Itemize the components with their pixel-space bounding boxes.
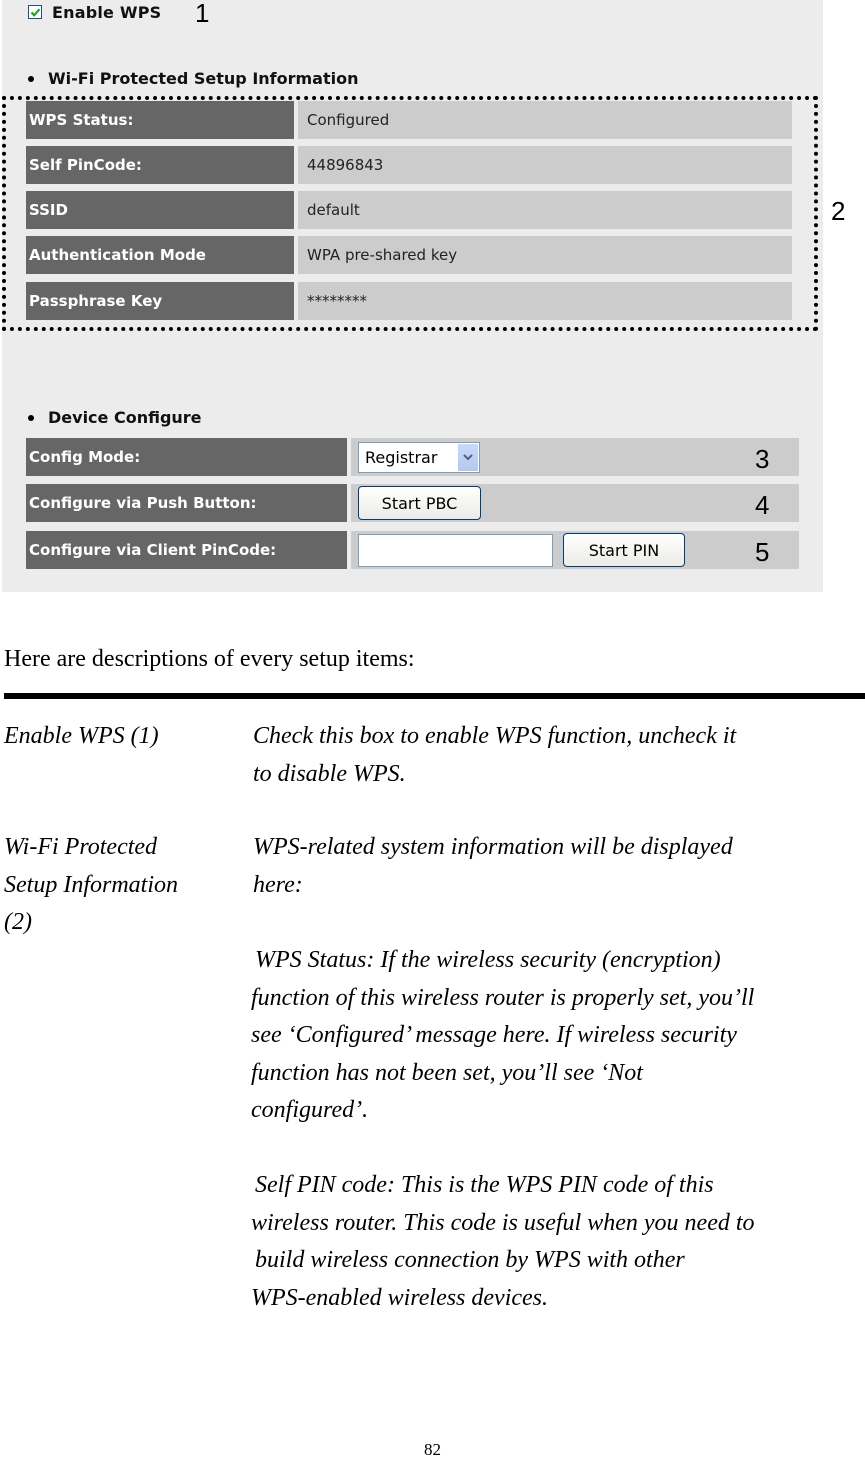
client-pincode-input[interactable] [358,533,553,567]
info-row-ssid: SSID default [26,191,792,229]
device-configure-title-text: Device Configure [48,408,202,427]
client-pincode-row: Configure via Client PinCode: Start PIN … [26,531,799,569]
config-mode-select[interactable]: Registrar [358,441,480,473]
desc-self-pin: Self PIN code: This is the WPS PIN code … [251,1167,863,1317]
desc-line: function of this wireless router is prop… [251,984,755,1011]
term-enable-wps: Enable WPS (1) [4,718,159,756]
desc-line: wireless router. This code is useful whe… [251,1209,755,1236]
callout-2: 2 [831,196,846,226]
wps-info-title-text: Wi-Fi Protected Setup Information [48,69,359,88]
info-value: 44896843 [298,146,792,184]
desc-line: WPS-enabled wireless devices. [251,1284,549,1311]
info-value: ******** [298,282,792,320]
callout-3: 3 [755,444,770,474]
bullet-icon [28,75,34,82]
desc-line: configured’. [251,1097,369,1123]
enable-wps-row: Enable WPS [28,2,161,22]
term-line: Setup Information [4,871,178,898]
info-label: SSID [26,191,294,229]
desc-line: build wireless connection by WPS with ot… [255,1247,685,1273]
desc-line: Self PIN code: This is the WPS PIN code … [255,1172,714,1198]
start-pin-button[interactable]: Start PIN [563,533,685,567]
chevron-down-icon[interactable] [458,443,478,471]
desc-enable-wps: Check this box to enable WPS function, u… [253,718,865,793]
info-label: Authentication Mode [26,236,294,274]
router-wps-screenshot: Enable WPS 1 Wi-Fi Protected Setup Infor… [2,0,845,592]
desc-line: see ‘Configured’ message here. If wirele… [251,1022,737,1048]
config-mode-row: Config Mode: Registrar 3 [26,438,799,476]
config-mode-selected: Registrar [365,447,438,467]
callout-5: 5 [755,537,770,567]
desc-line: function has not been set, you’ll see ‘N… [251,1059,643,1086]
enable-wps-checkbox[interactable] [28,5,42,19]
bullet-icon [28,414,34,421]
client-pincode-label: Configure via Client PinCode: [26,531,347,569]
term-line: (2) [4,909,32,935]
info-value: Configured [298,101,792,139]
desc-line: here: [253,871,303,898]
enable-wps-label: Enable WPS [52,2,162,22]
device-configure-section-title: Device Configure [28,408,202,427]
info-row-auth-mode: Authentication Mode WPA pre-shared key [26,236,792,274]
start-pbc-button[interactable]: Start PBC [358,486,481,520]
client-pincode-cell: Start PIN 5 [351,531,799,569]
info-row-wps-status: WPS Status: Configured [26,101,792,139]
info-label: WPS Status: [26,101,294,139]
push-button-row: Configure via Push Button: Start PBC 4 [26,484,799,522]
callout-1: 1 [195,0,210,28]
push-button-label: Configure via Push Button: [26,484,347,522]
info-label: Self PinCode: [26,146,294,184]
wps-info-section-title: Wi-Fi Protected Setup Information [28,69,358,88]
term-line: Wi-Fi Protected [4,834,158,860]
checkmark-icon [30,7,40,17]
info-value: WPA pre-shared key [298,236,792,274]
desc-line: to disable WPS. [253,760,406,787]
info-row-self-pincode: Self PinCode: 44896843 [26,146,792,184]
info-label: Passphrase Key [26,282,294,320]
push-button-cell: Start PBC 4 [351,484,799,522]
info-row-passphrase: Passphrase Key ******** [26,282,792,320]
term-wps-info: Wi-Fi Protected Setup Information (2) [4,829,178,942]
desc-wps-info: WPS-related system information will be d… [253,829,865,904]
info-value: default [298,191,792,229]
intro-text: Here are descriptions of every setup ite… [4,646,415,672]
config-mode-label: Config Mode: [26,438,347,476]
desc-wps-status: WPS Status: If the wireless security (en… [251,942,863,1130]
term-line: Enable WPS (1) [4,723,159,749]
page-number: 82 [424,1440,441,1459]
callout-4: 4 [755,490,770,520]
desc-line: WPS-related system information will be d… [253,834,733,860]
desc-line: Check this box to enable WPS function, u… [253,723,737,749]
desc-line: WPS Status: If the wireless security (en… [255,947,721,973]
config-mode-cell: Registrar 3 [351,438,799,476]
horizontal-rule [4,693,865,699]
